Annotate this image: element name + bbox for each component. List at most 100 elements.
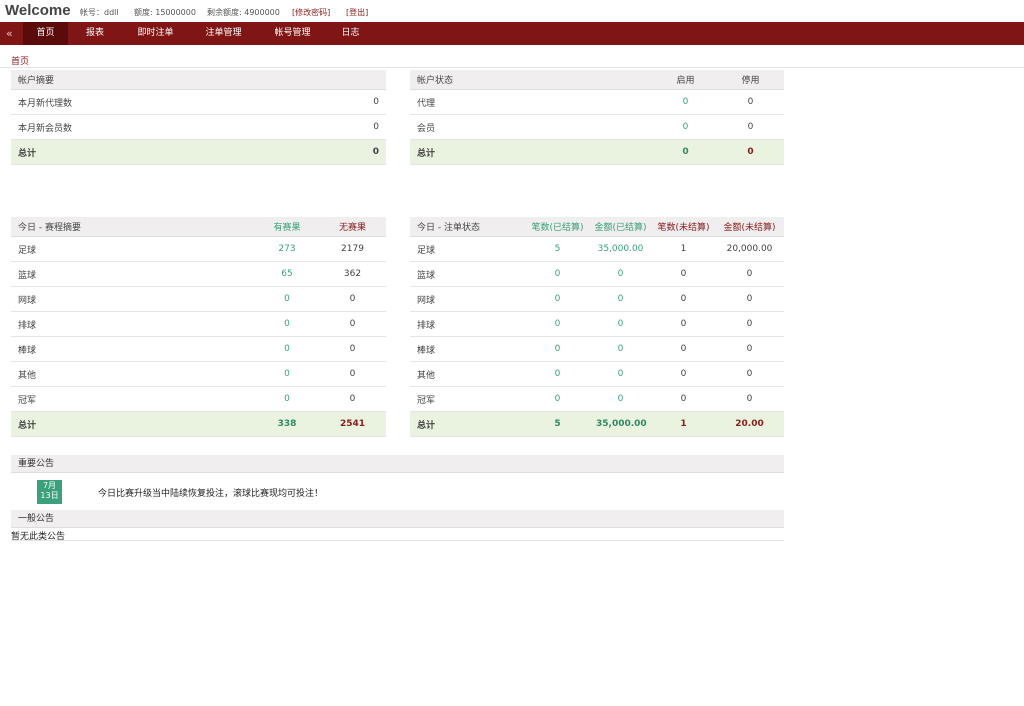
- nav-account-management[interactable]: 帐号管理: [265, 22, 320, 45]
- amount-settled-value: 0: [589, 361, 652, 387]
- amount-settled-value: 0: [589, 336, 652, 362]
- col-count-unsettled: 笔数(未结算): [652, 217, 715, 237]
- table-row: 本月新会员数 0: [11, 114, 386, 140]
- amount-settled-value: 0: [589, 286, 652, 312]
- match-summary-title: 今日 - 赛程摘要: [11, 217, 255, 237]
- total-label: 总计: [11, 139, 301, 165]
- sport-label: 网球: [410, 286, 526, 312]
- table-row: 排球 0 0 0 0: [410, 311, 784, 337]
- total-row: 总计 0: [11, 139, 386, 165]
- no-result-value: 0: [319, 361, 386, 387]
- breadcrumb[interactable]: 首页: [11, 54, 29, 67]
- amount-settled-value: 0: [589, 386, 652, 412]
- row-label: 本月新代理数: [11, 89, 301, 115]
- with-result-value: 0: [255, 336, 319, 362]
- col-no-result: 无赛果: [319, 217, 386, 237]
- account-status-table: 帐户状态 启用 停用 代理 0 0 会员 0 0 总计 0 0: [410, 70, 784, 165]
- with-result-value: 0: [255, 311, 319, 337]
- count-unsettled-value: 0: [652, 286, 715, 312]
- with-result-value: 65: [255, 261, 319, 287]
- nav-reports[interactable]: 报表: [75, 22, 115, 45]
- sport-label: 其他: [410, 361, 526, 387]
- sport-label: 冠军: [410, 386, 526, 412]
- row-label: 会员: [410, 114, 654, 140]
- collapse-sidebar-icon[interactable]: «: [6, 27, 13, 40]
- count-settled-value: 0: [526, 286, 589, 312]
- table-row: 其他 0 0: [11, 361, 386, 387]
- enabled-value: 0: [654, 89, 717, 115]
- nav-live-bets[interactable]: 即时注单: [128, 22, 183, 45]
- col-enabled: 启用: [654, 70, 717, 90]
- nav-bet-management[interactable]: 注单管理: [196, 22, 251, 45]
- sport-label: 其他: [11, 361, 255, 387]
- amount-unsettled-value: 0: [715, 336, 784, 362]
- enabled-value: 0: [654, 114, 717, 140]
- notice-date-month: 7月: [42, 481, 57, 490]
- disabled-value: 0: [717, 89, 784, 115]
- row-label: 本月新会员数: [11, 114, 301, 140]
- general-notice-header: 一般公告: [11, 510, 784, 528]
- total-label: 总计: [11, 411, 255, 437]
- table-row: 篮球 65 362: [11, 261, 386, 287]
- count-unsettled-value: 0: [652, 386, 715, 412]
- top-bar: Welcome 帐号：ddll 额度: 15000000 剩余额度: 49000…: [0, 0, 1024, 22]
- total-row: 总计 0 0: [410, 139, 784, 165]
- row-value: 0: [301, 89, 386, 115]
- table-row: 足球 5 35,000.00 1 20,000.00: [410, 236, 784, 262]
- amount-unsettled-value: 0: [715, 386, 784, 412]
- count-unsettled-value: 0: [652, 336, 715, 362]
- row-label: 代理: [410, 89, 654, 115]
- col-count-settled: 笔数(已结算): [526, 217, 589, 237]
- no-result-value: 0: [319, 311, 386, 337]
- amount-unsettled-value: 0: [715, 261, 784, 287]
- nav-logs[interactable]: 日志: [333, 22, 368, 45]
- account-info: 帐号：ddll: [80, 8, 119, 17]
- total-count-settled: 5: [526, 411, 589, 437]
- amount-settled-value: 0: [589, 311, 652, 337]
- col-amount-settled: 金额(已结算): [589, 217, 652, 237]
- sport-label: 篮球: [410, 261, 526, 287]
- important-notice-header: 重要公告: [11, 455, 784, 473]
- total-row: 总计 5 35,000.00 1 20.00: [410, 411, 784, 437]
- breadcrumb-divider: [0, 67, 1024, 68]
- important-notice-text: 今日比赛升级当中陆续恢复投注，滚球比赛现均可投注！: [98, 489, 324, 499]
- notice-date-day: 13日: [40, 491, 59, 500]
- sport-label: 排球: [410, 311, 526, 337]
- logout-link[interactable]: [登出]: [346, 7, 368, 18]
- table-row: 会员 0 0: [410, 114, 784, 140]
- table-row: 棒球 0 0 0 0: [410, 336, 784, 362]
- total-disabled: 0: [717, 139, 784, 165]
- table-row: 足球 273 2179: [11, 236, 386, 262]
- count-settled-value: 0: [526, 336, 589, 362]
- account-status-title: 帐户状态: [410, 70, 654, 90]
- count-unsettled-value: 0: [652, 311, 715, 337]
- notice-divider: [11, 540, 784, 541]
- count-unsettled-value: 0: [652, 361, 715, 387]
- nav-home[interactable]: 首页: [23, 22, 68, 45]
- table-row: 冠军 0 0 0 0: [410, 386, 784, 412]
- total-value: 0: [301, 139, 386, 165]
- no-result-value: 0: [319, 336, 386, 362]
- amount-unsettled-value: 0: [715, 286, 784, 312]
- bet-status-title: 今日 - 注单状态: [410, 217, 526, 237]
- sport-label: 排球: [11, 311, 255, 337]
- with-result-value: 0: [255, 286, 319, 312]
- total-enabled: 0: [654, 139, 717, 165]
- table-row: 其他 0 0 0 0: [410, 361, 784, 387]
- sport-label: 冠军: [11, 386, 255, 412]
- with-result-value: 0: [255, 386, 319, 412]
- col-amount-unsettled: 金额(未结算): [715, 217, 784, 237]
- count-unsettled-value: 0: [652, 261, 715, 287]
- main-nav: « 首页 报表 即时注单 注单管理 帐号管理 日志: [0, 22, 1024, 45]
- table-row: 本月新代理数 0: [11, 89, 386, 115]
- sport-label: 棒球: [11, 336, 255, 362]
- match-summary-table: 今日 - 赛程摘要 有赛果 无赛果 足球 273 2179 篮球 65 362 网球 0 0 排球…: [11, 217, 386, 437]
- amount-unsettled-value: 0: [715, 361, 784, 387]
- no-result-value: 362: [319, 261, 386, 287]
- change-password-link[interactable]: [修改密码]: [292, 7, 330, 18]
- table-row: 网球 0 0 0 0: [410, 286, 784, 312]
- table-row: 冠军 0 0: [11, 386, 386, 412]
- amount-settled-value: 0: [589, 261, 652, 287]
- col-disabled: 停用: [717, 70, 784, 90]
- total-amount-settled: 35,000.00: [589, 411, 652, 437]
